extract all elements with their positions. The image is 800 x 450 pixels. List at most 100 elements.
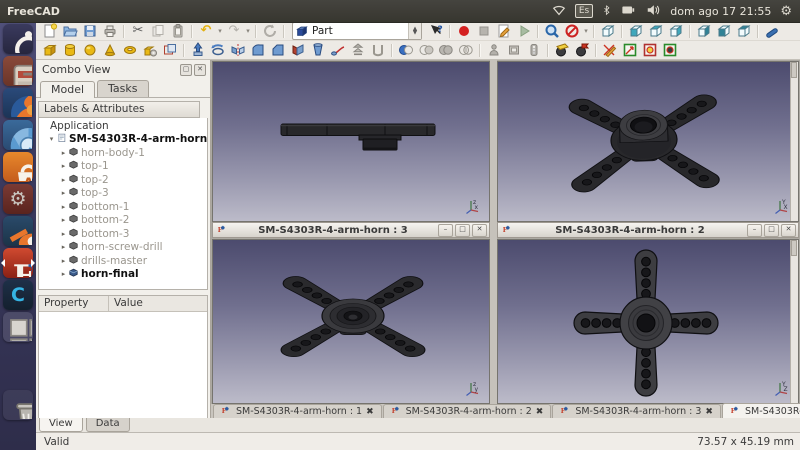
viewport-scrollbar[interactable]: [790, 62, 798, 221]
combo-view-tab-model[interactable]: Model: [40, 81, 95, 98]
expand-arrow-icon[interactable]: ▾: [47, 135, 56, 143]
view-front-icon[interactable]: [626, 22, 646, 40]
viewport-top-right[interactable]: YX: [497, 61, 799, 222]
macro-stop-icon[interactable]: [474, 22, 494, 40]
panel-bottom-tab-view[interactable]: View: [39, 418, 83, 432]
launcher-item-firefox[interactable]: [3, 88, 33, 118]
property-column-property[interactable]: Property: [39, 296, 109, 311]
tab-close-icon[interactable]: ✖: [536, 407, 544, 417]
launcher-item-freecad[interactable]: F: [3, 248, 33, 278]
part-cone-icon[interactable]: [100, 41, 120, 59]
scrollbar-thumb[interactable]: [791, 240, 797, 256]
launcher-item-chromium[interactable]: [3, 120, 33, 150]
tree-document[interactable]: ▾SM-S4303R-4-arm-horn: [39, 133, 207, 147]
tree-item-top-2[interactable]: ▸top-2: [39, 173, 207, 187]
viewport-bottom-left[interactable]: zy: [212, 239, 490, 404]
keyboard-indicator[interactable]: Es: [575, 4, 593, 18]
workbench-selector[interactable]: Part▲▼: [292, 22, 422, 40]
tree-item-drills-master[interactable]: ▸drills-master: [39, 254, 207, 268]
copy-icon[interactable]: [148, 22, 168, 40]
battery-icon[interactable]: [621, 3, 636, 20]
launcher-item-system-settings[interactable]: ⚙: [3, 184, 33, 214]
expand-arrow-icon[interactable]: ▸: [59, 257, 68, 265]
macro-record-icon[interactable]: [454, 22, 474, 40]
workbench-selector-spinner[interactable]: ▲▼: [408, 23, 421, 39]
print-icon[interactable]: [100, 22, 120, 40]
session-gear-icon[interactable]: ⚙: [780, 4, 792, 19]
part-ruled-surface-icon[interactable]: [288, 41, 308, 59]
redo-icon[interactable]: ↷: [224, 22, 244, 40]
part-revolve-icon[interactable]: [208, 41, 228, 59]
expand-arrow-icon[interactable]: ▸: [59, 203, 68, 211]
dropdown-arrow-icon[interactable]: ▾: [244, 27, 252, 35]
whatsthis-icon[interactable]: ?: [426, 22, 446, 40]
part-boolean-icon[interactable]: [396, 41, 416, 59]
part-compound-icon[interactable]: [160, 41, 180, 59]
view-tab-1[interactable]: FSM-S4303R-4-arm-horn : 1✖: [213, 404, 382, 418]
view-rear-icon[interactable]: [694, 22, 714, 40]
view-top-icon[interactable]: [646, 22, 666, 40]
combo-view-tab-tasks[interactable]: Tasks: [97, 80, 148, 97]
part-shape-from-2d-icon[interactable]: [600, 41, 620, 59]
view-axonometric-icon[interactable]: [598, 22, 618, 40]
launcher-item-blender[interactable]: [3, 216, 33, 246]
refresh-icon[interactable]: [260, 22, 280, 40]
child-window-titlebar-3[interactable]: FSM-S4303R-4-arm-horn : 3–□✕: [212, 222, 490, 238]
undo-icon[interactable]: ↶: [196, 22, 216, 40]
window-restore-button[interactable]: □: [455, 224, 470, 237]
volume-icon[interactable]: [645, 3, 661, 20]
expand-arrow-icon[interactable]: ▸: [59, 216, 68, 224]
window-minimize-button[interactable]: –: [747, 224, 762, 237]
tree-item-bottom-1[interactable]: ▸bottom-1: [39, 200, 207, 214]
measure-linear-icon[interactable]: [762, 22, 782, 40]
view-left-icon[interactable]: [734, 22, 754, 40]
macro-edit-icon[interactable]: [494, 22, 514, 40]
viewport-top-left[interactable]: zx: [212, 61, 490, 222]
dropdown-arrow-icon[interactable]: ▾: [216, 27, 224, 35]
dropdown-arrow-icon[interactable]: ▾: [582, 27, 590, 35]
tab-close-icon[interactable]: ✖: [366, 407, 374, 417]
part-sphere-icon[interactable]: [80, 41, 100, 59]
window-minimize-button[interactable]: –: [438, 224, 453, 237]
expand-arrow-icon[interactable]: ▸: [59, 162, 68, 170]
expand-arrow-icon[interactable]: ▸: [59, 230, 68, 238]
view-right-icon[interactable]: [666, 22, 686, 40]
part-torus-icon[interactable]: [120, 41, 140, 59]
expand-arrow-icon[interactable]: ▸: [59, 243, 68, 251]
part-check-geometry-icon[interactable]: [484, 41, 504, 59]
macro-play-icon[interactable]: [514, 22, 534, 40]
view-bottom-icon[interactable]: [714, 22, 734, 40]
tree-item-top-1[interactable]: ▸top-1: [39, 160, 207, 174]
dock-close-icon[interactable]: ✕: [194, 64, 206, 76]
part-cylinder-icon[interactable]: [60, 41, 80, 59]
window-close-button[interactable]: ✕: [472, 224, 487, 237]
part-shapebuilder-icon[interactable]: [140, 41, 160, 59]
paste-icon[interactable]: [168, 22, 188, 40]
viewport-bottom-right[interactable]: YZ: [497, 239, 799, 404]
tree-item-top-3[interactable]: ▸top-3: [39, 187, 207, 201]
tree-item-bottom-3[interactable]: ▸bottom-3: [39, 227, 207, 241]
labels-attributes-header[interactable]: Labels & Attributes: [38, 101, 200, 118]
part-projection-c-icon[interactable]: [660, 41, 680, 59]
part-projection-b-icon[interactable]: [640, 41, 660, 59]
open-icon[interactable]: [60, 22, 80, 40]
launcher-item-software-center[interactable]: A: [3, 152, 33, 182]
part-union-icon[interactable]: [436, 41, 456, 59]
view-tab-3[interactable]: FSM-S4303R-4-arm-horn : 3✖: [552, 404, 721, 418]
tree-item-horn-screw-drill[interactable]: ▸horn-screw-drill: [39, 241, 207, 255]
cut-icon[interactable]: ✂: [128, 22, 148, 40]
part-section-icon[interactable]: [552, 41, 572, 59]
part-loft-icon[interactable]: [308, 41, 328, 59]
save-icon[interactable]: [80, 22, 100, 40]
part-chamfer-icon[interactable]: [268, 41, 288, 59]
scrollbar-thumb[interactable]: [791, 62, 797, 78]
tree-root-application[interactable]: Application: [39, 119, 207, 133]
expand-arrow-icon[interactable]: ▸: [59, 189, 68, 197]
view-tab-2[interactable]: FSM-S4303R-4-arm-horn : 2✖: [383, 404, 552, 418]
part-defeaturing-icon[interactable]: [504, 41, 524, 59]
viewport-scrollbar[interactable]: [790, 240, 798, 403]
part-offset-icon[interactable]: [348, 41, 368, 59]
tree-item-bottom-2[interactable]: ▸bottom-2: [39, 214, 207, 228]
part-box-icon[interactable]: [40, 41, 60, 59]
tree-item-horn-body-1[interactable]: ▸horn-body-1: [39, 146, 207, 160]
